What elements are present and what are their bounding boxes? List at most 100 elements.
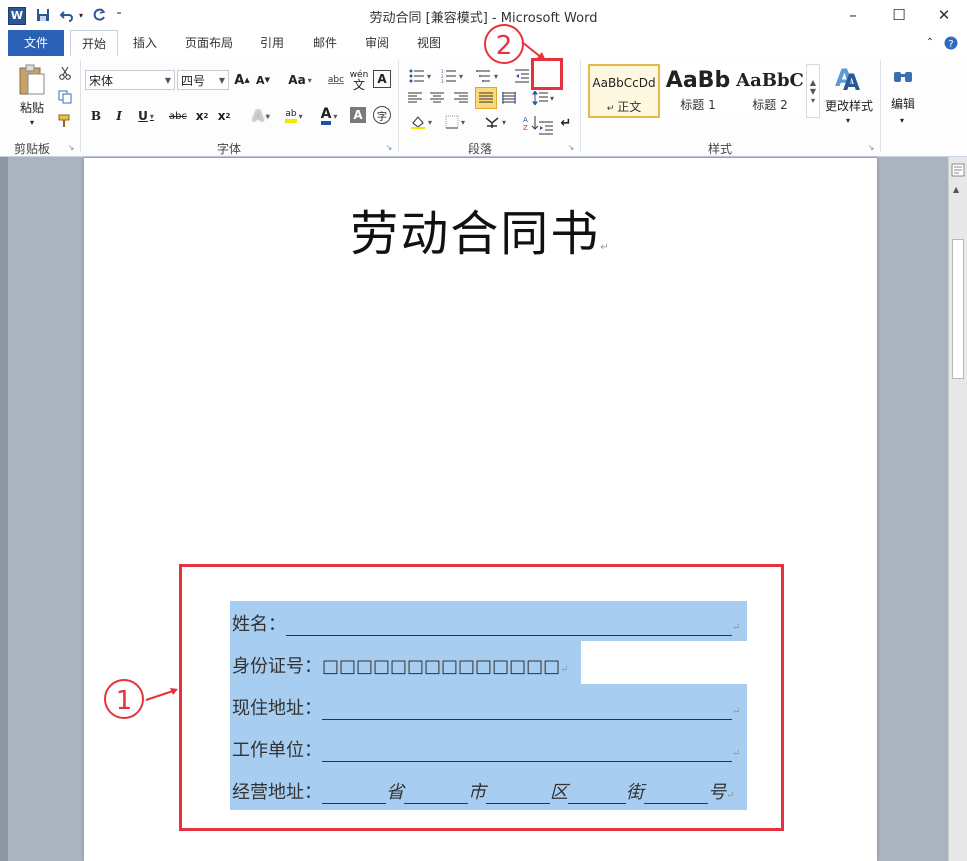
bullets-icon bbox=[409, 69, 424, 83]
grow-font-button[interactable]: A ▲ bbox=[233, 70, 251, 90]
font-color-button[interactable]: A ▾ bbox=[314, 106, 344, 126]
subscript-icon: x bbox=[195, 109, 204, 123]
change-case-button[interactable]: Aa ▾ bbox=[286, 70, 314, 90]
justify-button[interactable] bbox=[475, 87, 497, 109]
character-border-button[interactable]: A bbox=[373, 70, 391, 88]
justify-icon bbox=[479, 92, 493, 103]
highlight-icon: ab bbox=[285, 109, 297, 123]
change-styles-button[interactable]: 更改样式 bbox=[822, 96, 876, 114]
help-icon[interactable]: ? bbox=[942, 30, 960, 56]
style-heading-1[interactable]: AaBb 标题 1 bbox=[662, 64, 734, 118]
clear-format-icon: abc bbox=[327, 75, 345, 85]
scroll-up-icon[interactable]: ▲ bbox=[953, 185, 959, 194]
align-left-button[interactable] bbox=[406, 88, 424, 108]
shading-button[interactable]: ▾ bbox=[406, 112, 436, 132]
paragraph-dialog-launcher-icon[interactable]: ↘ bbox=[566, 142, 576, 152]
enclose-characters-button[interactable]: 字 bbox=[373, 106, 391, 124]
underline-button[interactable]: U ▾ bbox=[134, 106, 158, 126]
tab-view[interactable]: 视图 bbox=[408, 30, 450, 56]
subscript-button[interactable]: x2 bbox=[194, 106, 210, 126]
style-name: 标题 2 bbox=[752, 98, 788, 112]
maximize-button[interactable]: ☐ bbox=[876, 0, 922, 30]
tab-mailings[interactable]: 邮件 bbox=[304, 30, 346, 56]
phonetic-guide-button[interactable]: wén 文 bbox=[349, 68, 369, 92]
decrease-indent-icon bbox=[515, 69, 529, 83]
shading-icon bbox=[410, 116, 425, 129]
more-styles-icon[interactable]: ▾ bbox=[811, 96, 815, 105]
chinese-layout-button[interactable]: ▾ bbox=[480, 112, 510, 132]
annotation-marker-2: 2 bbox=[484, 24, 524, 64]
document-title[interactable]: 劳动合同书↵ bbox=[84, 194, 877, 264]
style-normal[interactable]: AaBbCcDd ↵ 正文 bbox=[588, 64, 660, 118]
format-painter-icon[interactable] bbox=[56, 112, 74, 130]
scroll-up-icon[interactable]: ▲ bbox=[810, 78, 816, 87]
ribbon-separator bbox=[880, 60, 881, 152]
tab-home[interactable]: 开始 bbox=[70, 30, 118, 56]
phonetic-char-icon: 文 bbox=[352, 78, 365, 92]
editing-button[interactable]: 编辑 bbox=[884, 94, 922, 112]
style-sample: AaBbCcDd bbox=[592, 76, 656, 90]
tab-page-layout[interactable]: 页面布局 bbox=[178, 30, 240, 56]
tab-insert[interactable]: 插入 bbox=[124, 30, 166, 56]
styles-scroll[interactable]: ▲ ▼ ▾ bbox=[806, 64, 820, 118]
italic-button[interactable]: I bbox=[111, 106, 127, 126]
copy-icon[interactable] bbox=[56, 88, 74, 106]
strikethrough-button[interactable]: abc bbox=[167, 106, 189, 126]
scroll-down-icon[interactable]: ▼ bbox=[810, 87, 816, 96]
annotation-arrow-1 bbox=[145, 688, 178, 701]
svg-text:?: ? bbox=[948, 39, 953, 50]
font-name-select[interactable]: 宋体 ▼ bbox=[85, 70, 175, 90]
text-effects-icon: A bbox=[252, 107, 264, 125]
find-icon[interactable] bbox=[890, 64, 916, 90]
underline-icon: U bbox=[138, 109, 148, 123]
grow-font-icon: A bbox=[234, 72, 245, 88]
change-styles-dropdown-icon[interactable]: ▾ bbox=[842, 114, 854, 126]
scrollbar-thumb[interactable] bbox=[952, 239, 964, 379]
multilevel-list-button[interactable]: ▾ bbox=[472, 66, 502, 86]
show-marks-button[interactable]: ↵ bbox=[558, 114, 574, 132]
minimize-ribbon-icon[interactable]: ⌃ bbox=[922, 30, 938, 56]
change-styles-icon[interactable]: AA bbox=[830, 62, 866, 92]
cut-icon[interactable] bbox=[56, 64, 74, 82]
editing-dropdown-icon[interactable]: ▾ bbox=[896, 114, 908, 126]
bullets-button[interactable]: ▾ bbox=[406, 66, 434, 86]
minimize-button[interactable]: – bbox=[830, 0, 876, 30]
font-dialog-launcher-icon[interactable]: ↘ bbox=[384, 142, 394, 152]
decrease-indent-button[interactable] bbox=[512, 66, 532, 86]
tab-file[interactable]: 文件 bbox=[8, 30, 64, 56]
text-effects-button[interactable]: A ▾ bbox=[247, 106, 275, 126]
line-spacing-button[interactable]: ▾ bbox=[530, 88, 556, 108]
character-shading-button[interactable]: A bbox=[350, 107, 366, 123]
shrink-font-button[interactable]: A ▼ bbox=[254, 70, 272, 90]
close-button[interactable]: ✕ bbox=[921, 0, 967, 30]
borders-button[interactable]: ▾ bbox=[440, 112, 470, 132]
tab-references[interactable]: 引用 bbox=[252, 30, 292, 56]
ruler-toggle-icon[interactable] bbox=[951, 163, 965, 177]
paste-icon[interactable] bbox=[14, 62, 50, 98]
clipboard-group-label: 剪贴板 bbox=[14, 142, 51, 156]
bold-button[interactable]: B bbox=[88, 106, 104, 126]
tab-review[interactable]: 审阅 bbox=[356, 30, 398, 56]
align-right-icon bbox=[454, 92, 468, 103]
shrink-font-icon: A bbox=[256, 73, 265, 87]
highlight-button[interactable]: ab ▾ bbox=[279, 106, 309, 126]
clipboard-dialog-launcher-icon[interactable]: ↘ bbox=[66, 142, 76, 152]
align-center-button[interactable] bbox=[428, 88, 446, 108]
left-pane-edge bbox=[0, 157, 8, 861]
numbering-button[interactable]: 1 2 3 ▾ bbox=[438, 66, 466, 86]
paste-button[interactable]: 粘贴 bbox=[14, 98, 50, 116]
superscript-button[interactable]: x2 bbox=[216, 106, 232, 126]
distributed-button[interactable] bbox=[500, 88, 518, 108]
style-sample: AaBbC bbox=[736, 70, 804, 91]
title-bar: W ▾ ⁼ 劳动合同 [兼容模式] - Microsoft Word – ☐ ✕ bbox=[0, 0, 967, 30]
style-heading-2[interactable]: AaBbC 标题 2 bbox=[734, 64, 806, 118]
font-size-select[interactable]: 四号 ▼ bbox=[177, 70, 229, 90]
clear-format-button[interactable]: abc bbox=[326, 70, 346, 90]
svg-text:A: A bbox=[523, 116, 528, 124]
align-right-button[interactable] bbox=[452, 88, 470, 108]
sort-button[interactable]: AZ bbox=[520, 112, 542, 134]
paste-dropdown-icon[interactable]: ▾ bbox=[24, 116, 40, 128]
svg-text:3: 3 bbox=[441, 79, 444, 83]
styles-dialog-launcher-icon[interactable]: ↘ bbox=[866, 142, 876, 152]
vertical-scrollbar[interactable]: ▲ bbox=[948, 157, 967, 861]
